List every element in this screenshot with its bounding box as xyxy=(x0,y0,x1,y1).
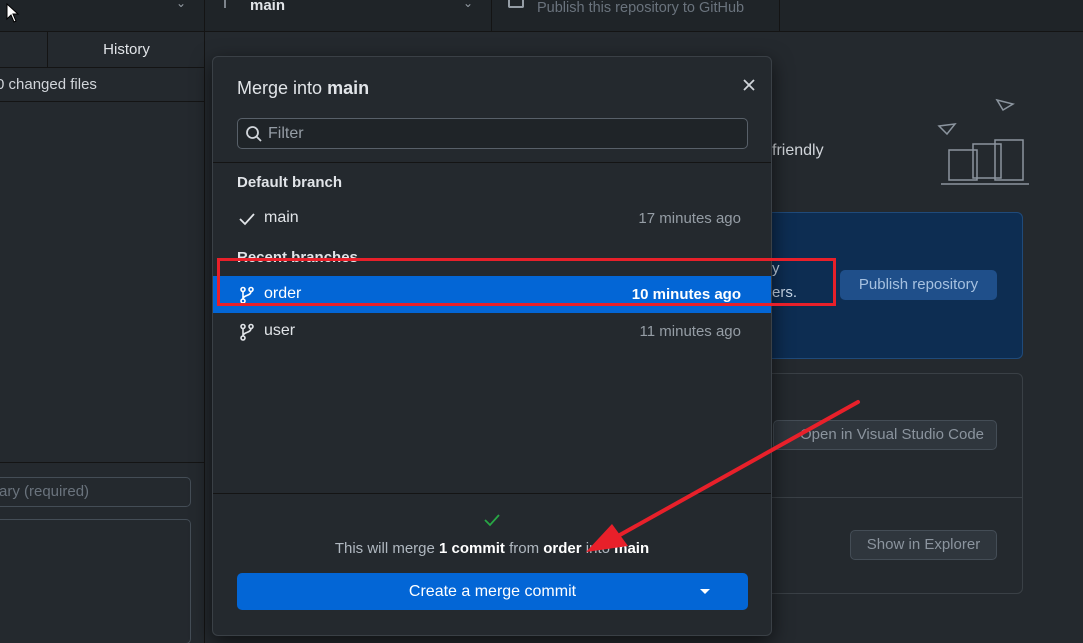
branch-item-main[interactable]: main 17 minutes ago xyxy=(213,200,771,237)
commit-summary-input[interactable]: ary (required) xyxy=(0,477,191,507)
sidebar-tabs: History xyxy=(0,32,205,68)
repository-selector[interactable]: ⌄ xyxy=(0,0,205,32)
merge-msg-into: into xyxy=(585,540,610,557)
merge-msg-prefix: This will merge xyxy=(334,540,435,557)
branch-time: 11 minutes ago xyxy=(639,323,741,340)
commit-panel: ary (required) xyxy=(0,462,205,643)
publish-card-text-line2: ers. xyxy=(772,284,798,301)
git-branch-icon xyxy=(240,286,254,304)
merge-summary: This will merge 1 commit from order into… xyxy=(213,540,771,557)
current-branch-selector[interactable]: main ⌄ xyxy=(205,0,492,32)
divider xyxy=(213,493,771,494)
caret-down-icon[interactable] xyxy=(699,588,711,596)
dialog-title-prefix: Merge into xyxy=(237,78,323,98)
open-in-vscode-button[interactable]: Open in Visual Studio Code xyxy=(773,420,997,450)
merge-dialog: Merge into main Default branch main 17 m… xyxy=(212,56,772,636)
merge-msg-from: from xyxy=(509,540,540,557)
publish-card-text-line1: y xyxy=(772,260,780,277)
show-in-explorer-button[interactable]: Show in Explorer xyxy=(850,530,997,560)
chevron-down-icon: ⌄ xyxy=(176,0,187,10)
chevron-down-icon: ⌄ xyxy=(463,0,474,10)
intro-text: friendly xyxy=(772,142,824,159)
toolbar: ⌄ main ⌄ Publish this repository to GitH… xyxy=(0,0,1083,32)
current-branch-label: main xyxy=(250,0,286,14)
divider xyxy=(213,162,771,163)
boxes-illustration xyxy=(937,98,1029,185)
dialog-title-branch: main xyxy=(327,78,370,98)
branch-item-order[interactable]: order 10 minutes ago xyxy=(213,276,771,313)
default-branch-header: Default branch xyxy=(237,174,343,191)
git-branch-icon xyxy=(240,323,254,341)
recent-branches-header: Recent branches xyxy=(237,249,358,266)
tab-changes[interactable] xyxy=(0,32,48,68)
filter-field xyxy=(237,118,748,149)
branch-name: user xyxy=(264,322,296,339)
publish-repository-toolbar-button[interactable]: Publish this repository to GitHub xyxy=(492,0,780,32)
dialog-title: Merge into main xyxy=(237,78,369,99)
branch-time: 10 minutes ago xyxy=(631,286,741,303)
branch-name: main xyxy=(264,209,299,226)
changed-files-count: 0 changed files xyxy=(0,68,205,102)
merge-msg-source: order xyxy=(543,540,582,557)
close-icon[interactable] xyxy=(741,77,757,93)
commit-description-input[interactable] xyxy=(0,519,191,643)
card-divider xyxy=(765,497,1023,498)
merge-msg-target: main xyxy=(614,540,650,557)
check-icon xyxy=(484,514,500,527)
create-merge-commit-button[interactable]: Create a merge commit xyxy=(237,573,748,610)
sidebar: History 0 changed files ary (required) xyxy=(0,32,205,643)
check-icon xyxy=(239,213,255,226)
publish-repository-button[interactable]: Publish repository xyxy=(840,270,997,300)
branch-time: 17 minutes ago xyxy=(638,210,741,227)
search-icon xyxy=(246,126,262,142)
merge-msg-count: 1 commit xyxy=(439,540,505,557)
branch-name: order xyxy=(264,285,302,302)
mouse-cursor-icon xyxy=(6,3,20,23)
branch-item-user[interactable]: user 11 minutes ago xyxy=(213,313,771,350)
git-branch-icon xyxy=(224,0,226,8)
upload-icon xyxy=(508,0,524,8)
filter-input[interactable] xyxy=(268,119,738,148)
actions-card xyxy=(765,373,1023,594)
tab-history[interactable]: History xyxy=(48,32,205,68)
publish-toolbar-label: Publish this repository to GitHub xyxy=(537,0,745,16)
